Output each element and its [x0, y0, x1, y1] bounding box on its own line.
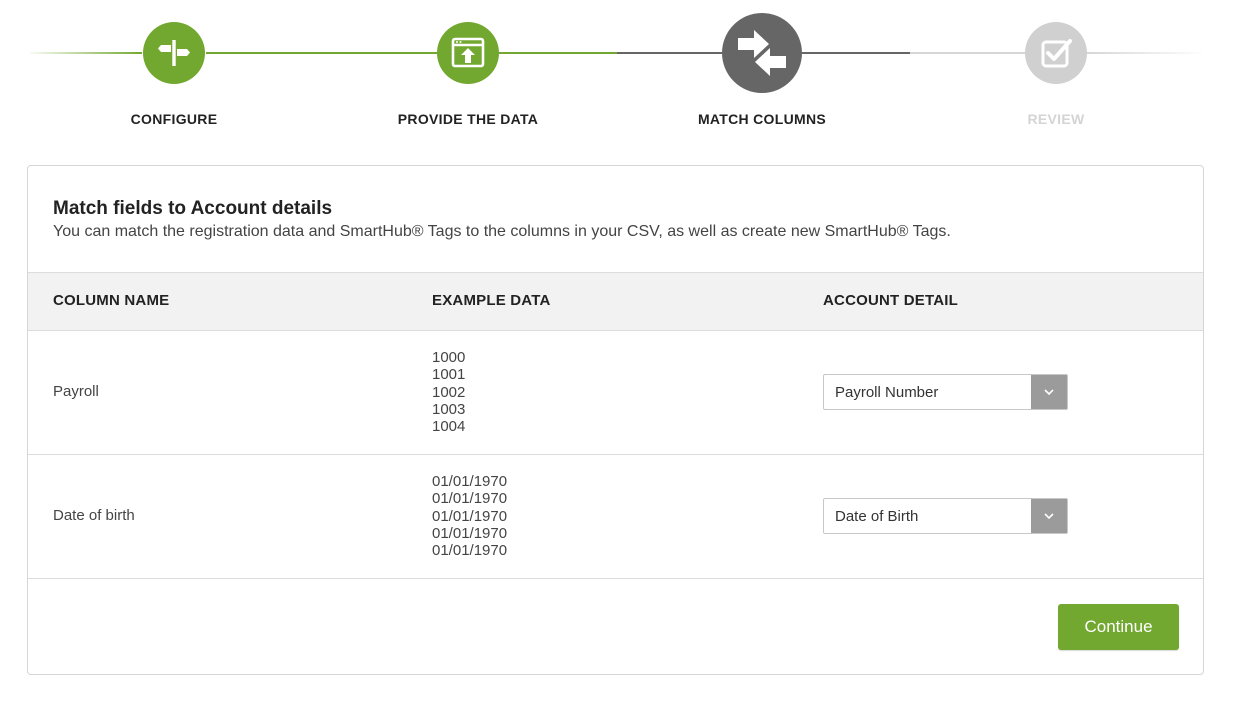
step-configure-circle — [143, 22, 205, 84]
select-value: Payroll Number — [835, 384, 939, 401]
example-value: 01/01/1970 — [432, 490, 508, 508]
table-row: Date of birth 01/01/1970 01/01/1970 01/0… — [28, 455, 1203, 579]
column-name-cell: Payroll — [53, 383, 99, 400]
continue-button[interactable]: Continue — [1058, 604, 1179, 650]
example-value: 1004 — [432, 418, 466, 436]
stepper-line — [499, 52, 617, 54]
stepper-line — [206, 52, 437, 54]
stepper-line — [617, 52, 722, 54]
step-configure-label: CONFIGURE — [130, 111, 218, 127]
header-column-name: COLUMN NAME — [53, 292, 170, 309]
chevron-down-icon[interactable] — [1031, 375, 1067, 409]
step-review-circle — [1025, 22, 1087, 84]
header-account-detail: ACCOUNT DETAIL — [823, 292, 959, 309]
table-header: COLUMN NAME EXAMPLE DATA ACCOUNT DETAIL — [28, 272, 1203, 331]
example-value: 1001 — [432, 366, 466, 384]
example-value: 1002 — [432, 383, 466, 401]
stepper-line — [910, 52, 1025, 54]
table-row: Payroll 1000 1001 1002 1003 1004 Payroll… — [28, 331, 1203, 455]
step-match-columns-circle — [722, 13, 802, 93]
example-value: 01/01/1970 — [432, 473, 508, 490]
example-value: 01/01/1970 — [432, 524, 508, 542]
example-data-cell: 01/01/1970 01/01/1970 01/01/1970 01/01/1… — [432, 473, 507, 559]
stepper-line — [30, 52, 142, 54]
column-name-cell: Date of birth — [53, 507, 135, 524]
stepper-line — [802, 52, 910, 54]
step-provide-data-circle — [437, 22, 499, 84]
example-value: 1003 — [432, 400, 466, 418]
card-subtitle: You can match the registration data and … — [53, 223, 951, 240]
account-detail-select[interactable]: Date of Birth — [823, 498, 1068, 534]
swap-arrows-icon — [734, 29, 790, 77]
select-value: Date of Birth — [835, 508, 919, 525]
example-value: 01/01/1970 — [432, 507, 508, 525]
match-fields-card: Match fields to Account details You can … — [27, 165, 1204, 675]
account-detail-select[interactable]: Payroll Number — [823, 374, 1068, 410]
header-example-data: EXAMPLE DATA — [432, 292, 551, 309]
example-data-cell: 1000 1001 1002 1003 1004 — [432, 349, 465, 435]
card-title: Match fields to Account details — [53, 198, 333, 219]
signpost-icon — [157, 36, 191, 70]
upload-window-icon — [450, 36, 486, 70]
checkbox-check-icon — [1039, 36, 1073, 70]
step-match-columns-label: MATCH COLUMNS — [697, 111, 827, 127]
step-provide-data-label: PROVIDE THE DATA — [397, 111, 539, 127]
card-header: Match fields to Account details You can … — [28, 166, 1203, 273]
chevron-down-icon[interactable] — [1031, 499, 1067, 533]
step-review-label: REVIEW — [1027, 111, 1085, 127]
stepper-line — [1087, 52, 1202, 54]
example-value: 01/01/1970 — [432, 542, 508, 560]
progress-stepper: CONFIGURE PROVIDE THE DATA MATCH COLUMNS — [0, 0, 1242, 140]
example-value: 1000 — [432, 349, 466, 366]
